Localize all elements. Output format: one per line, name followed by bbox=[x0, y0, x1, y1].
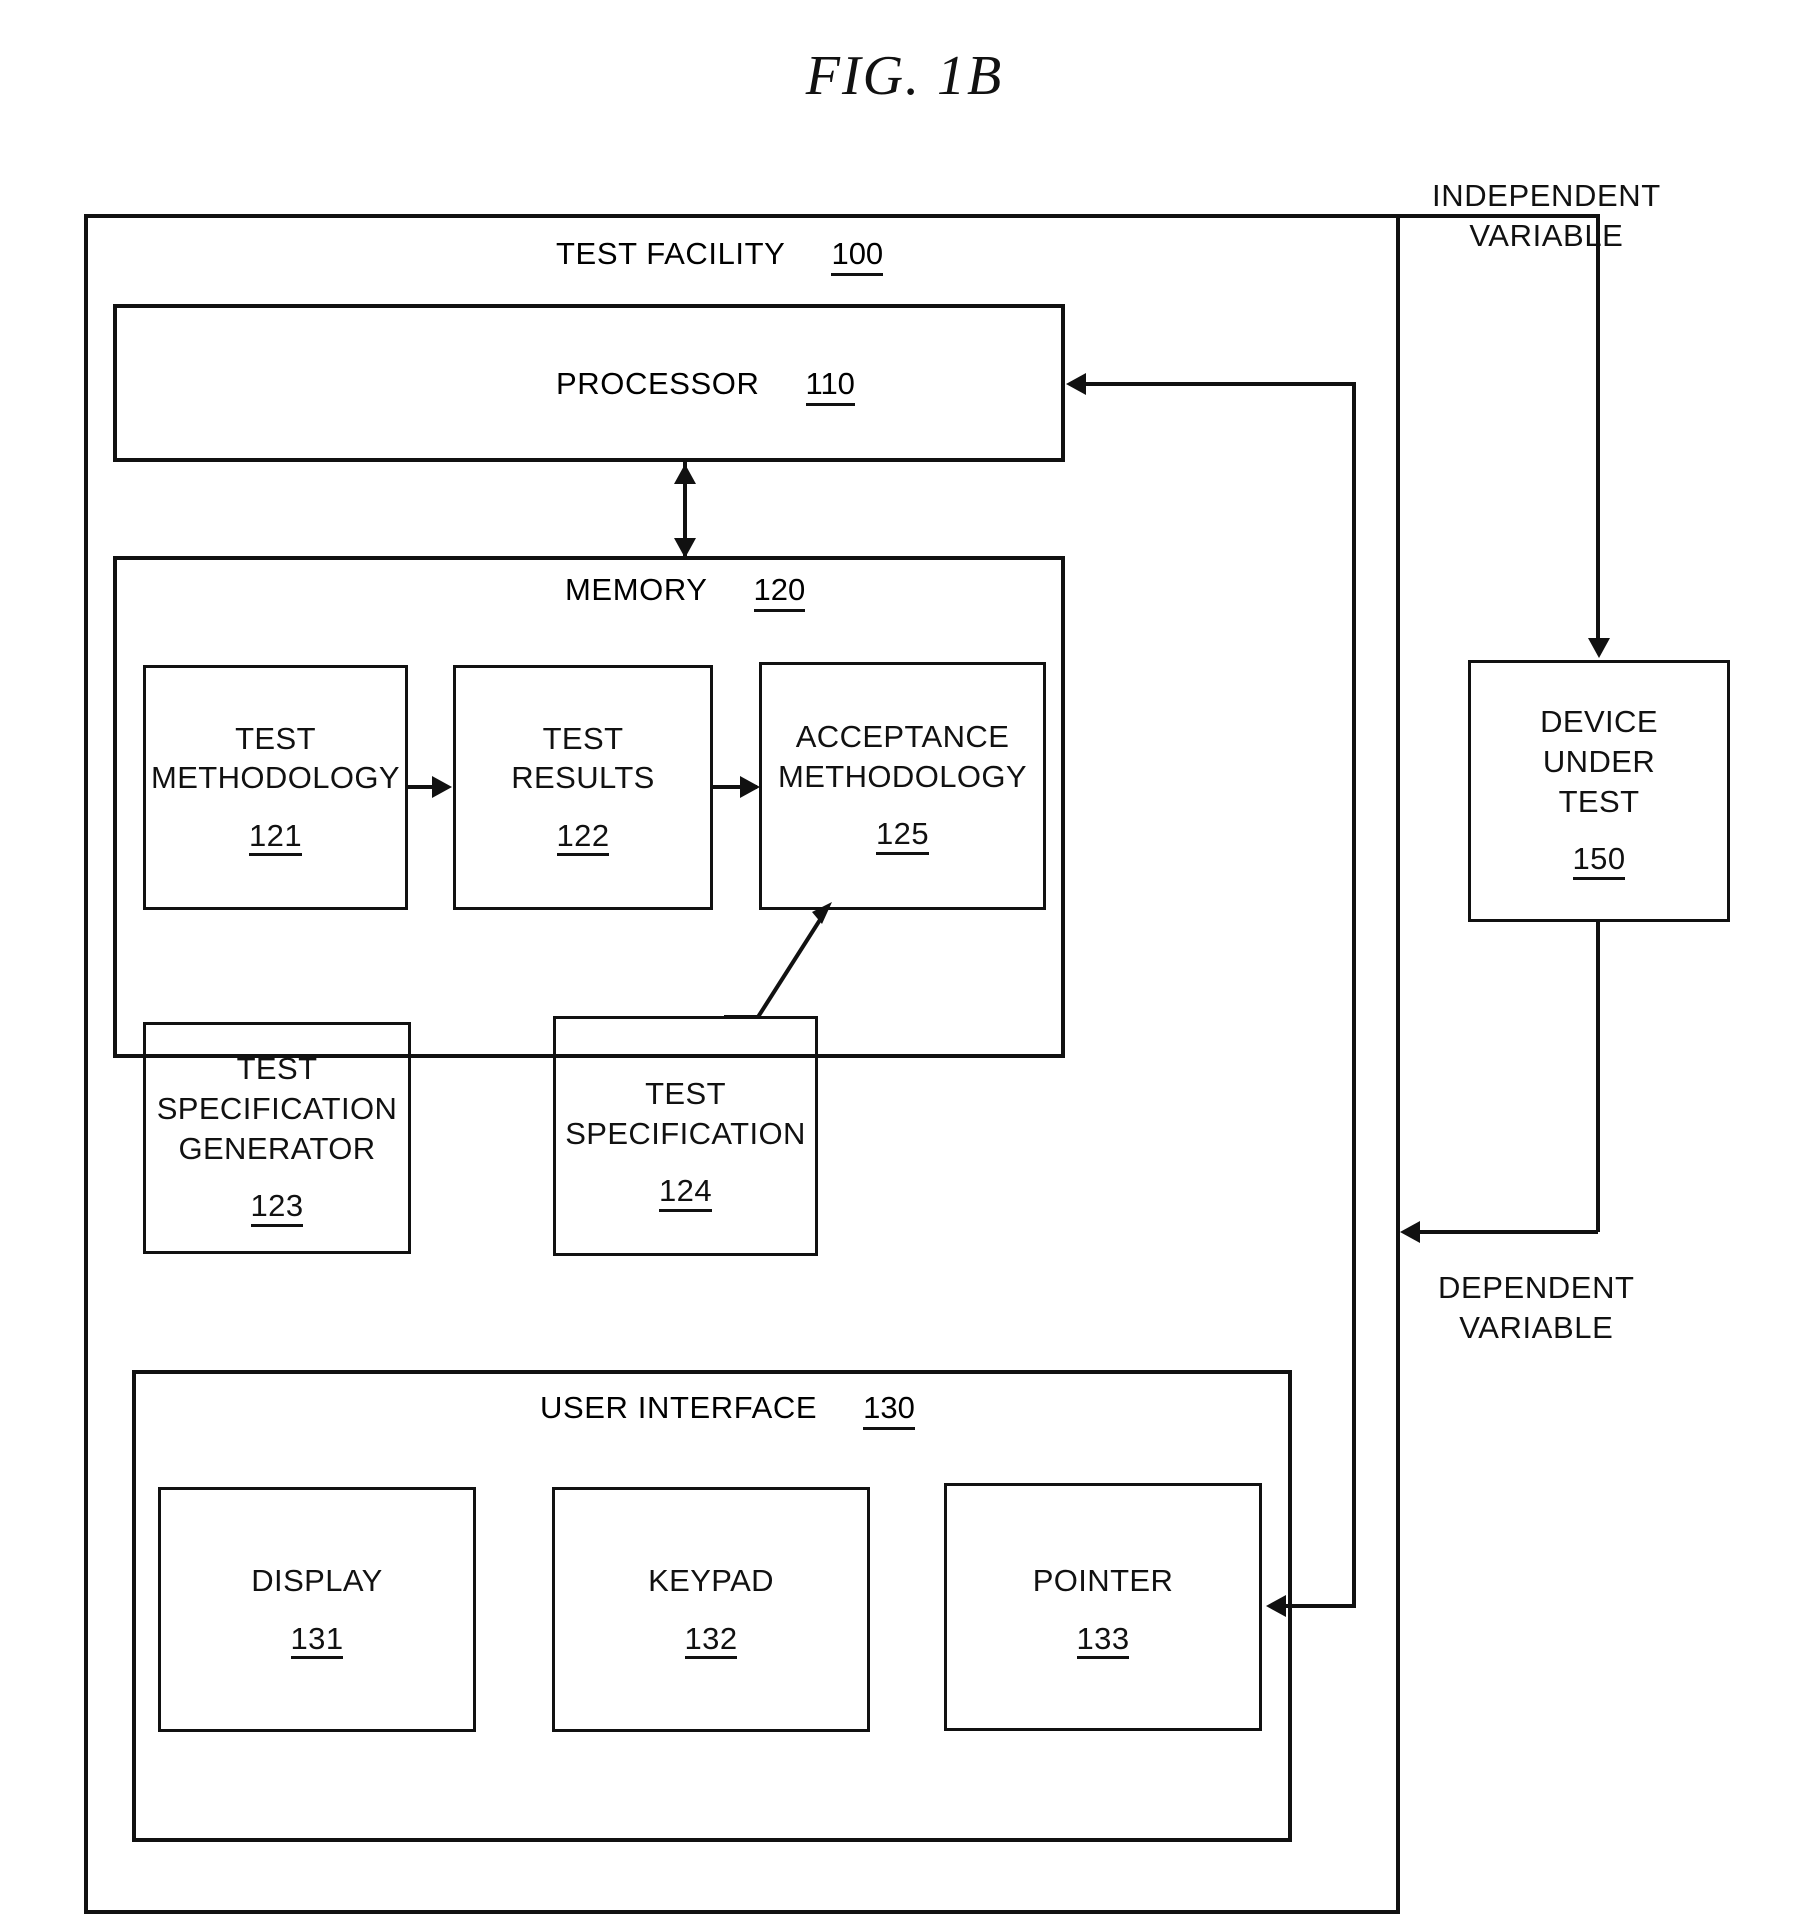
acceptance-methodology-line1: ACCEPTANCE bbox=[795, 719, 1010, 755]
display-text: DISPLAY 131 bbox=[158, 1510, 476, 1710]
test-results-text: TEST RESULTS 122 bbox=[453, 665, 713, 910]
test-spec-generator-line3: GENERATOR bbox=[178, 1130, 376, 1166]
patent-figure-canvas: FIG. 1B TEST FACILITY 100 PROCESSOR 110 … bbox=[0, 0, 1809, 1918]
internal-bus-vertical-line bbox=[1352, 384, 1356, 1606]
device-under-test-ref: 150 bbox=[1572, 843, 1626, 880]
test-specification-line1: TEST bbox=[645, 1076, 726, 1112]
device-under-test-line3: TEST bbox=[1558, 783, 1640, 819]
independent-variable-line2: VARIABLE bbox=[1469, 218, 1624, 254]
pointer-ref: 133 bbox=[1076, 1622, 1130, 1660]
test-specification-line2: SPECIFICATION bbox=[565, 1115, 806, 1151]
methodology-to-results-arrow-icon bbox=[432, 776, 452, 798]
test-specification-generator-text: TEST SPECIFICATION GENERATOR 123 bbox=[143, 1022, 411, 1254]
bus-to-processor-line bbox=[1086, 382, 1356, 386]
processor-label: PROCESSOR bbox=[556, 366, 760, 401]
test-specification-text: TEST SPECIFICATION 124 bbox=[553, 1030, 818, 1256]
test-results-ref: 122 bbox=[556, 819, 610, 857]
pointer-label: POINTER bbox=[1032, 1562, 1174, 1598]
test-facility-header: TEST FACILITY 100 bbox=[556, 236, 884, 276]
processor-ref: 110 bbox=[805, 366, 855, 406]
test-specification-ref: 124 bbox=[659, 1175, 712, 1212]
test-methodology-ref: 121 bbox=[249, 819, 302, 857]
independent-variable-line1: INDEPENDENT bbox=[1432, 178, 1661, 213]
user-interface-ref: 130 bbox=[863, 1390, 915, 1430]
dependent-variable-line1: DEPENDENT bbox=[1438, 1270, 1635, 1305]
test-facility-label: TEST FACILITY bbox=[556, 236, 786, 271]
device-under-test-text: DEVICE UNDER TEST 150 bbox=[1468, 666, 1730, 916]
test-results-line1: TEST bbox=[542, 720, 624, 756]
dependent-variable-down-line bbox=[1596, 920, 1600, 1232]
dependent-variable-left-line bbox=[1418, 1230, 1598, 1234]
independent-variable-down-line bbox=[1596, 214, 1600, 638]
test-methodology-line2: METHODOLOGY bbox=[151, 760, 400, 796]
memory-header: MEMORY 120 bbox=[565, 572, 806, 612]
keypad-ref: 132 bbox=[684, 1622, 738, 1660]
test-spec-generator-ref: 123 bbox=[250, 1190, 304, 1227]
user-interface-label: USER INTERFACE bbox=[540, 1390, 818, 1425]
test-methodology-text: TEST METHODOLOGY 121 bbox=[143, 665, 408, 910]
acceptance-methodology-line2: METHODOLOGY bbox=[778, 758, 1027, 794]
device-under-test-line2: UNDER bbox=[1542, 743, 1656, 779]
figure-title: FIG. 1B bbox=[805, 45, 1004, 107]
results-to-acceptance-arrow-icon bbox=[740, 776, 760, 798]
processor-header: PROCESSOR 110 bbox=[556, 366, 855, 406]
independent-variable-arrow-icon bbox=[1588, 638, 1610, 658]
memory-ref: 120 bbox=[753, 572, 806, 612]
user-interface-header: USER INTERFACE 130 bbox=[540, 1390, 915, 1430]
acceptance-methodology-ref: 125 bbox=[876, 818, 929, 855]
device-under-test-line1: DEVICE bbox=[1540, 704, 1658, 740]
display-ref: 131 bbox=[290, 1622, 344, 1660]
dependent-variable-note: DEPENDENT VARIABLE bbox=[1438, 1268, 1635, 1349]
processor-memory-arrow-up-icon bbox=[674, 464, 696, 484]
test-spec-generator-line2: SPECIFICATION bbox=[156, 1090, 398, 1126]
dependent-variable-line2: VARIABLE bbox=[1459, 1310, 1614, 1346]
display-label: DISPLAY bbox=[251, 1562, 383, 1598]
memory-label: MEMORY bbox=[565, 572, 708, 607]
keypad-text: KEYPAD 132 bbox=[552, 1510, 870, 1710]
bus-to-processor-arrow-icon bbox=[1066, 373, 1086, 395]
bus-to-pointer-line bbox=[1284, 1604, 1356, 1608]
pointer-text: POINTER 133 bbox=[944, 1510, 1262, 1710]
independent-variable-note: INDEPENDENT VARIABLE bbox=[1432, 176, 1661, 257]
bus-to-pointer-arrow-icon bbox=[1266, 1595, 1286, 1617]
keypad-label: KEYPAD bbox=[648, 1562, 774, 1598]
test-facility-ref: 100 bbox=[831, 236, 884, 276]
test-results-line2: RESULTS bbox=[511, 760, 655, 796]
dependent-variable-arrow-icon bbox=[1400, 1221, 1420, 1243]
processor-memory-arrow-down-icon bbox=[674, 538, 696, 558]
test-methodology-line1: TEST bbox=[235, 720, 316, 756]
acceptance-methodology-text: ACCEPTANCE METHODOLOGY 125 bbox=[759, 662, 1046, 910]
test-spec-generator-line1: TEST bbox=[236, 1051, 318, 1087]
